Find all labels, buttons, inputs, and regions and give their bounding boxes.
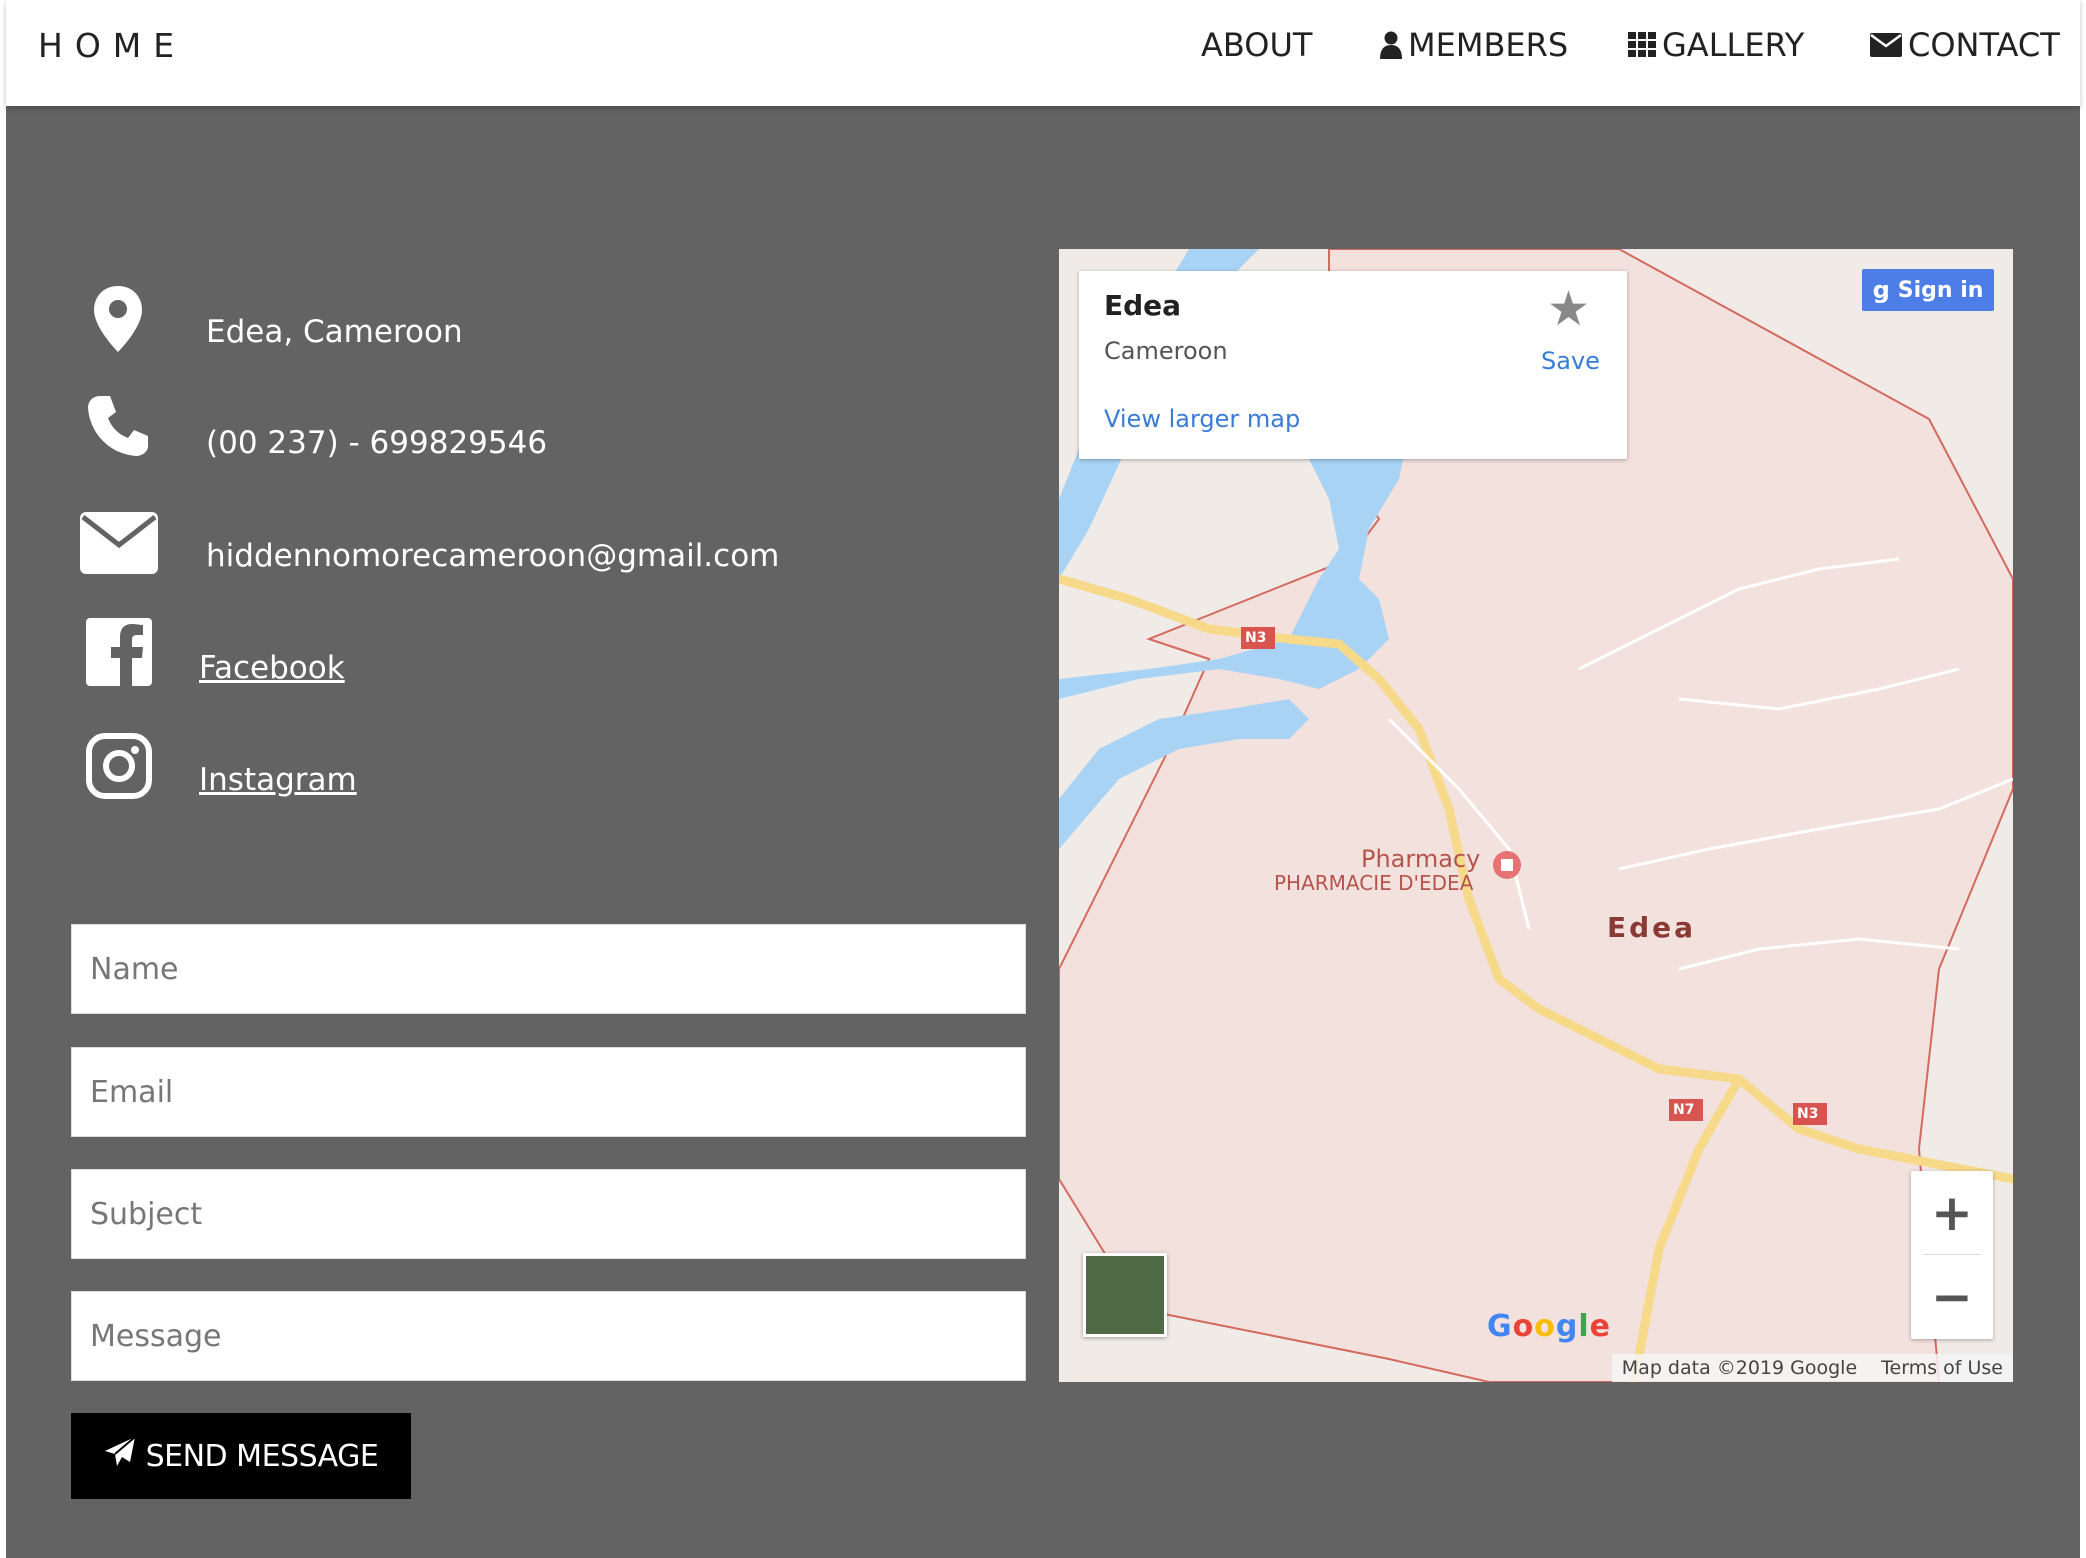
contact-phone: (00 237) - 699829546 <box>206 425 548 461</box>
facebook-link[interactable]: Facebook <box>199 650 345 686</box>
info-card-subtitle: Cameroon <box>1104 337 1228 365</box>
nav-about-label: ABOUT <box>1201 26 1313 64</box>
contact-location: Edea, Cameroon <box>206 314 463 350</box>
google-g-icon: g <box>1872 276 1890 304</box>
grid-icon <box>1628 32 1656 58</box>
road-shield-n7: N7 <box>1673 1102 1695 1118</box>
instagram-link[interactable]: Instagram <box>199 762 357 798</box>
zoom-controls: + − <box>1911 1171 1993 1339</box>
name-input[interactable] <box>72 925 1025 1013</box>
save-place-button[interactable]: Save <box>1541 347 1600 375</box>
contact-email[interactable]: hiddennomorecameroon@gmail.com <box>206 538 779 574</box>
road-shield-n3: N3 <box>1245 630 1267 646</box>
satellite-toggle-button[interactable] <box>1083 1253 1167 1337</box>
envelope-icon <box>1870 33 1902 57</box>
user-icon <box>1380 31 1402 59</box>
nav-contact-label: CONTACT <box>1908 26 2060 64</box>
nav-members-link[interactable]: MEMBERS <box>1380 26 1568 64</box>
nav-about-link[interactable]: ABOUT <box>1201 26 1312 64</box>
zoom-out-button[interactable]: − <box>1911 1255 1993 1339</box>
instagram-icon <box>86 733 152 803</box>
zoom-in-button[interactable]: + <box>1911 1171 1993 1255</box>
phone-icon <box>86 394 150 462</box>
map-attribution: Map data ©2019 Google Terms of Use <box>1611 1354 2013 1382</box>
message-field <box>71 1291 1026 1381</box>
map-embed[interactable]: N3 N7 N3 Pharmacy PHARMACIE D'EDEA Edea … <box>1059 249 2013 1382</box>
map-data-label: Map data ©2019 Google <box>1621 1357 1858 1379</box>
map-info-card: Edea Cameroon ★ Save View larger map <box>1079 271 1627 459</box>
google-signin-button[interactable]: g Sign in <box>1862 269 1994 311</box>
email-field <box>71 1047 1026 1137</box>
facebook-icon <box>86 618 152 690</box>
map-place-label: Edea <box>1607 911 1697 944</box>
send-message-label: SEND MESSAGE <box>145 1438 379 1474</box>
nav-contact-link[interactable]: CONTACT <box>1870 26 2060 64</box>
paper-plane-icon <box>104 1436 136 1476</box>
nav-home-link[interactable]: HOME <box>38 26 186 65</box>
name-field <box>71 924 1026 1014</box>
email-input[interactable] <box>72 1048 1025 1136</box>
nav-members-label: MEMBERS <box>1408 26 1569 64</box>
pharmacy-label[interactable]: Pharmacy <box>1361 845 1480 873</box>
info-card-title: Edea <box>1104 289 1182 322</box>
envelope-icon <box>80 512 158 578</box>
signin-label: Sign in <box>1897 277 1984 303</box>
subject-input[interactable] <box>72 1170 1025 1258</box>
google-logo: Google <box>1487 1309 1612 1344</box>
map-marker-icon <box>92 286 144 356</box>
navbar: HOME ABOUT MEMBERS GALLERY CONTACT <box>6 0 2080 106</box>
subject-field <box>71 1169 1026 1259</box>
view-larger-map-link[interactable]: View larger map <box>1104 405 1300 433</box>
nav-gallery-label: GALLERY <box>1662 26 1805 64</box>
message-input[interactable] <box>72 1292 1025 1380</box>
road-shield-n3-east: N3 <box>1797 1106 1819 1122</box>
nav-gallery-link[interactable]: GALLERY <box>1628 26 1804 64</box>
terms-of-use-link[interactable]: Terms of Use <box>1881 1357 2003 1379</box>
pharmacy-sublabel: PHARMACIE D'EDEA <box>1274 871 1474 895</box>
star-icon[interactable]: ★ <box>1547 281 1590 337</box>
zoom-divider <box>1923 1254 1981 1255</box>
send-message-button[interactable]: SEND MESSAGE <box>71 1413 411 1499</box>
